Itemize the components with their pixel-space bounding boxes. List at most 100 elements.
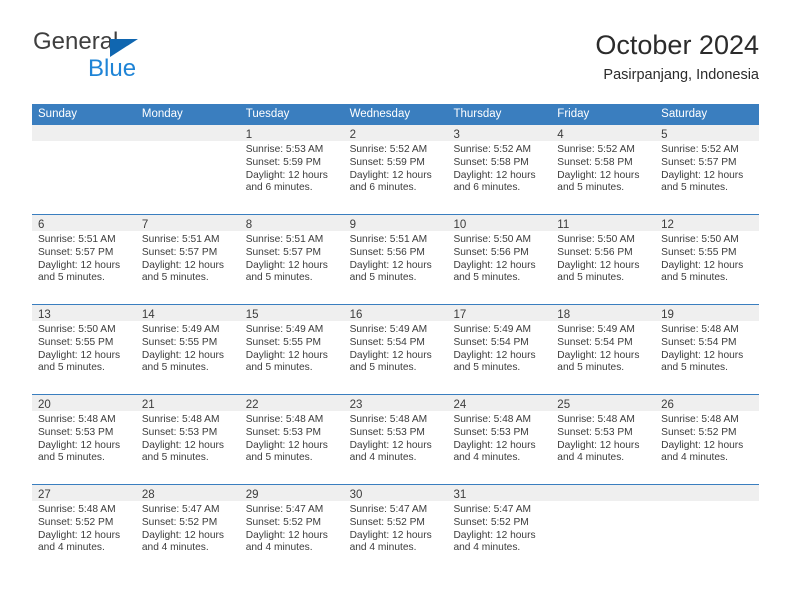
date-number: 27 — [38, 489, 51, 501]
calendar-day-cell[interactable]: 20 Sunrise: 5:48 AM Sunset: 5:53 PM Dayligh… — [32, 395, 136, 484]
sunrise-text: Sunrise: 5:47 AM — [141, 504, 220, 515]
sunset-text: Sunset: 5:53 PM — [453, 426, 529, 438]
day-sun-info: Sunrise: 5:51 AM Sunset: 5:57 PM Daylight:… — [136, 231, 240, 285]
sunset-text: Sunset: 5:54 PM — [661, 336, 737, 348]
calendar-day-cell[interactable]: 5 Sunrise: 5:52 AM Sunset: 5:57 PM Daylight… — [655, 125, 760, 214]
sunset-text: Sunset: 5:53 PM — [349, 426, 425, 438]
sunrise-text: Sunrise: 5:47 AM — [453, 504, 532, 515]
daylight-text: Daylight: 12 hours and 5 minutes. — [661, 349, 744, 374]
calendar-day-cell[interactable]: 18 Sunrise: 5:49 AM Sunset: 5:54 PM Dayligh… — [551, 305, 656, 394]
day-sun-info: Sunrise: 5:52 AM Sunset: 5:58 PM Daylight:… — [447, 141, 551, 195]
sunset-text: Sunset: 5:57 PM — [38, 246, 114, 258]
calendar-day-cell[interactable]: 8 Sunrise: 5:51 AM Sunset: 5:57 PM Daylight… — [239, 215, 344, 304]
date-band: 9 — [343, 215, 448, 231]
daylight-text: Daylight: 12 hours and 4 minutes. — [557, 439, 640, 464]
calendar-day-cell[interactable]: 7 Sunrise: 5:51 AM Sunset: 5:57 PM Daylight… — [135, 215, 240, 304]
date-number: 18 — [557, 309, 571, 321]
calendar-day-cell[interactable]: 22 Sunrise: 5:48 AM Sunset: 5:53 PM Dayligh… — [239, 395, 344, 484]
sunrise-text: Sunrise: 5:48 AM — [245, 414, 324, 425]
sunset-text: Sunset: 5:57 PM — [661, 156, 737, 168]
calendar-day-cell[interactable]: 30 Sunrise: 5:47 AM Sunset: 5:52 PM Dayligh… — [343, 485, 448, 574]
date-number: 10 — [453, 219, 467, 231]
calendar-day-cell[interactable]: 12 Sunrise: 5:50 AM Sunset: 5:55 PM Dayligh… — [655, 215, 760, 304]
sunset-text: Sunset: 5:54 PM — [557, 336, 633, 348]
calendar-day-cell[interactable]: 29 Sunrise: 5:47 AM Sunset: 5:52 PM Dayligh… — [239, 485, 344, 574]
date-band — [655, 485, 760, 501]
calendar-day-cell[interactable]: 31 Sunrise: 5:47 AM Sunset: 5:52 PM Dayligh… — [447, 485, 552, 574]
calendar-grid: Sunday Monday Tuesday Wednesday Thursday Frid… — [32, 104, 760, 574]
day-sun-info: Sunrise: 5:48 AM Sunset: 5:53 PM Daylight:… — [136, 411, 240, 465]
day-sun-info: Sunrise: 5:51 AM Sunset: 5:57 PM Daylight:… — [32, 231, 136, 285]
sunset-text: Sunset: 5:55 PM — [245, 336, 322, 348]
calendar-day-cell[interactable]: 6 Sunrise: 5:51 AM Sunset: 5:57 PM Daylight… — [32, 215, 136, 304]
calendar-day-cell[interactable]: 24 Sunrise: 5:48 AM Sunset: 5:53 PM Dayligh… — [447, 395, 552, 484]
weekday-header-wednesday: Wednesday — [349, 108, 411, 120]
daylight-text: Daylight: 12 hours and 4 minutes. — [141, 529, 224, 554]
calendar-day-cell[interactable]: 1 Sunrise: 5:53 AM Sunset: 5:59 PM Daylight… — [239, 125, 344, 214]
calendar-day-cell[interactable]: 10 Sunrise: 5:50 AM Sunset: 5:56 PM Dayligh… — [447, 215, 552, 304]
sunrise-text: Sunrise: 5:50 AM — [38, 324, 116, 335]
date-band: 8 — [239, 215, 344, 231]
sunrise-text: Sunrise: 5:48 AM — [453, 414, 532, 425]
calendar-day-cell[interactable]: 13 Sunrise: 5:50 AM Sunset: 5:55 PM Dayligh… — [32, 305, 136, 394]
sunset-text: Sunset: 5:57 PM — [245, 246, 322, 258]
calendar-page: General Blue October 2024 Pasirpanjang, … — [0, 0, 792, 612]
date-band — [32, 125, 136, 141]
date-band: 1 — [239, 125, 344, 141]
date-band: 14 — [135, 305, 240, 321]
day-sun-info: Sunrise: 5:52 AM Sunset: 5:58 PM Daylight:… — [551, 141, 655, 195]
date-number: 3 — [453, 129, 460, 141]
day-sun-info: Sunrise: 5:48 AM Sunset: 5:52 PM Daylight:… — [32, 501, 136, 555]
calendar-day-cell[interactable]: 25 Sunrise: 5:48 AM Sunset: 5:53 PM Dayligh… — [551, 395, 656, 484]
calendar-day-cell[interactable]: 19 Sunrise: 5:48 AM Sunset: 5:54 PM Dayligh… — [655, 305, 760, 394]
calendar-day-cell[interactable]: 2 Sunrise: 5:52 AM Sunset: 5:59 PM Daylight… — [343, 125, 448, 214]
daylight-text: Daylight: 12 hours and 6 minutes. — [245, 169, 328, 194]
daylight-text: Daylight: 12 hours and 5 minutes. — [141, 259, 224, 284]
date-number: 26 — [661, 399, 674, 411]
calendar-day-cell-empty — [135, 125, 240, 214]
calendar-day-cell[interactable]: 28 Sunrise: 5:47 AM Sunset: 5:52 PM Dayligh… — [135, 485, 240, 574]
date-band — [135, 125, 240, 141]
general-blue-logo[interactable]: General Blue — [32, 28, 252, 86]
daylight-text: Daylight: 12 hours and 4 minutes. — [38, 529, 121, 554]
daylight-text: Daylight: 12 hours and 4 minutes. — [453, 439, 536, 464]
sunset-text: Sunset: 5:52 PM — [349, 516, 425, 528]
calendar-day-cell[interactable]: 11 Sunrise: 5:50 AM Sunset: 5:56 PM Dayligh… — [551, 215, 656, 304]
sunrise-text: Sunrise: 5:49 AM — [349, 324, 428, 335]
calendar-day-cell[interactable]: 17 Sunrise: 5:49 AM Sunset: 5:54 PM Dayligh… — [447, 305, 552, 394]
calendar-day-cell[interactable]: 3 Sunrise: 5:52 AM Sunset: 5:58 PM Daylight… — [447, 125, 552, 214]
sunrise-text: Sunrise: 5:52 AM — [349, 144, 428, 155]
sunset-text: Sunset: 5:55 PM — [141, 336, 218, 348]
calendar-day-cell[interactable]: 14 Sunrise: 5:49 AM Sunset: 5:55 PM Dayligh… — [135, 305, 240, 394]
calendar-day-cell-empty — [32, 125, 136, 214]
page-title: October 2024 — [595, 30, 759, 60]
calendar-day-cell[interactable]: 27 Sunrise: 5:48 AM Sunset: 5:52 PM Dayligh… — [32, 485, 136, 574]
calendar-day-cell[interactable]: 16 Sunrise: 5:49 AM Sunset: 5:54 PM Dayligh… — [343, 305, 448, 394]
date-number: 24 — [453, 399, 467, 411]
calendar-week-row: 6 Sunrise: 5:51 AM Sunset: 5:57 PM Daylight… — [32, 214, 760, 304]
date-number: 28 — [141, 489, 155, 501]
calendar-day-cell[interactable]: 23 Sunrise: 5:48 AM Sunset: 5:53 PM Dayligh… — [343, 395, 448, 484]
logo-text-blue: Blue — [88, 55, 137, 82]
calendar-day-cell[interactable]: 26 Sunrise: 5:48 AM Sunset: 5:52 PM Dayligh… — [655, 395, 760, 484]
day-sun-info: Sunrise: 5:48 AM Sunset: 5:53 PM Daylight:… — [551, 411, 655, 465]
date-number: 17 — [453, 309, 467, 321]
sunset-text: Sunset: 5:59 PM — [349, 156, 425, 168]
sunset-text: Sunset: 5:53 PM — [141, 426, 218, 438]
date-band: 22 — [239, 395, 344, 411]
calendar-day-cell[interactable]: 21 Sunrise: 5:48 AM Sunset: 5:53 PM Dayligh… — [135, 395, 240, 484]
date-number: 8 — [245, 219, 253, 231]
day-sun-info: Sunrise: 5:49 AM Sunset: 5:54 PM Daylight:… — [551, 321, 655, 375]
date-number: 14 — [141, 309, 155, 321]
sunset-text: Sunset: 5:53 PM — [557, 426, 633, 438]
date-band: 31 — [447, 485, 552, 501]
calendar-day-cell[interactable]: 15 Sunrise: 5:49 AM Sunset: 5:55 PM Dayligh… — [239, 305, 344, 394]
page-subtitle: Pasirpanjang, Indonesia — [603, 67, 759, 83]
date-band: 11 — [551, 215, 656, 231]
day-sun-info: Sunrise: 5:49 AM Sunset: 5:54 PM Daylight:… — [344, 321, 448, 375]
day-sun-info: Sunrise: 5:51 AM Sunset: 5:57 PM Daylight:… — [240, 231, 344, 285]
weekday-header-row: Sunday Monday Tuesday Wednesday Thursday Frid… — [32, 104, 759, 125]
calendar-day-cell[interactable]: 9 Sunrise: 5:51 AM Sunset: 5:56 PM Daylight… — [343, 215, 448, 304]
calendar-week-row: 1 Sunrise: 5:53 AM Sunset: 5:59 PM Daylight… — [32, 125, 760, 214]
calendar-day-cell[interactable]: 4 Sunrise: 5:52 AM Sunset: 5:58 PM Daylight… — [551, 125, 656, 214]
